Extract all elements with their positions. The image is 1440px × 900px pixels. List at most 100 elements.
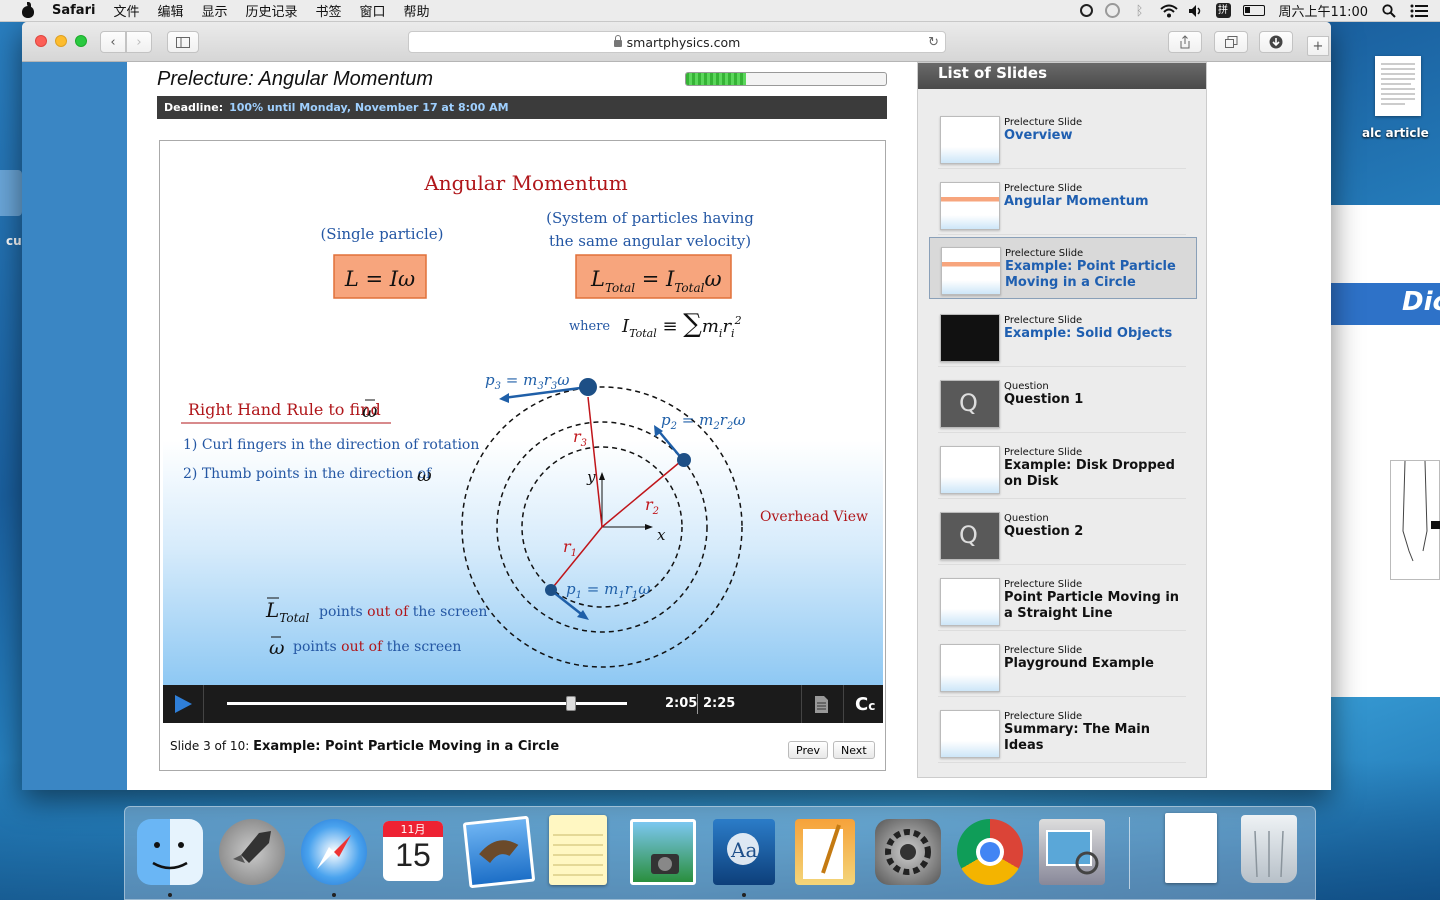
volume-icon[interactable]	[1188, 4, 1204, 18]
spotlight-helper-icon[interactable]	[1079, 4, 1093, 17]
document-file-label[interactable]: alc article	[1362, 126, 1429, 140]
where-label: where	[569, 319, 610, 334]
forward-button[interactable]: ›	[126, 31, 152, 53]
running-indicator	[742, 893, 746, 897]
question-thumbnail	[940, 380, 1000, 428]
new-tab-button[interactable]: +	[1307, 36, 1329, 56]
share-button[interactable]	[1168, 31, 1202, 53]
next-button[interactable]: Next	[833, 741, 875, 759]
launchpad-icon[interactable]	[219, 819, 285, 885]
slide-canvas[interactable]: Angular Momentum (Single particle) (Syst…	[163, 142, 883, 685]
menu-edit[interactable]: 编辑	[148, 1, 192, 20]
dictionary-icon[interactable]: Aa	[713, 819, 775, 885]
chrome-icon[interactable]	[957, 819, 1023, 885]
omega-symbol-bottom: ω	[269, 637, 285, 659]
document-icon	[815, 696, 828, 713]
slide-list-item[interactable]: Prelecture Slide Summary: The Main Ideas	[938, 701, 1186, 763]
menu-help[interactable]: 帮助	[395, 1, 439, 20]
chevron-left-icon: ‹	[110, 34, 116, 50]
play-button[interactable]	[173, 694, 193, 718]
desktop-partial-icon[interactable]	[0, 170, 22, 216]
system-preferences-icon[interactable]	[875, 819, 941, 885]
slide-item-type: Prelecture Slide	[1004, 447, 1083, 458]
radius-r3	[587, 396, 603, 528]
slide-list-item[interactable]: Prelecture Slide Example: Solid Objects	[938, 305, 1186, 367]
slide-item-title: Overview	[1004, 128, 1073, 143]
deadline-bar: Deadline: 100% until Monday, November 17…	[157, 96, 887, 119]
slide-list-panel: List of Slides Prelecture Slide Overview P…	[917, 62, 1207, 778]
momentum-p3-head	[499, 393, 509, 403]
iphoto-icon[interactable]	[630, 819, 696, 885]
downloads-button[interactable]	[1259, 31, 1293, 53]
menu-app-name[interactable]: Safari	[50, 3, 104, 18]
slide-list-item[interactable]: Prelecture Slide Angular Momentum	[938, 173, 1186, 235]
slide-list-item[interactable]: Prelecture Slide Playground Example	[938, 635, 1186, 697]
time-separator	[697, 694, 698, 714]
slide-footer: Slide 3 of 10: Example: Point Particle M…	[170, 739, 559, 754]
document-file-icon[interactable]	[1375, 56, 1421, 116]
plus-icon: +	[1312, 38, 1324, 54]
safari-icon[interactable]	[301, 819, 367, 885]
menu-view[interactable]: 显示	[192, 1, 236, 20]
slide-list-item[interactable]: Prelecture Slide Point Particle Moving in…	[938, 569, 1186, 631]
notes-icon[interactable]	[549, 815, 607, 885]
slide-content: Angular Momentum (Single particle) (Syst…	[181, 171, 868, 668]
trash-icon[interactable]	[1241, 815, 1297, 883]
close-window-button[interactable]	[35, 35, 47, 47]
menu-clock[interactable]: 周六上午11:00	[1271, 1, 1376, 20]
menu-window[interactable]: 窗口	[351, 1, 395, 20]
slide-item-title: Angular Momentum	[1004, 194, 1149, 209]
document-stack-icon[interactable]	[1165, 813, 1217, 883]
menu-bookmarks[interactable]: 书签	[307, 1, 351, 20]
lecture-progress-fill	[686, 73, 746, 85]
control-divider	[843, 685, 844, 723]
slide-list-item[interactable]: Prelecture Slide Overview	[938, 107, 1186, 169]
spotlight-search-icon[interactable]	[1382, 3, 1398, 18]
prev-button[interactable]: Prev	[788, 741, 828, 759]
back-button[interactable]: ‹	[100, 31, 126, 53]
transcript-button[interactable]	[814, 695, 829, 718]
particle-3	[579, 378, 597, 396]
finder-icon[interactable]	[137, 819, 203, 885]
wifi-icon[interactable]	[1159, 4, 1178, 18]
slide-list-item[interactable]: QuestionQuestion 1	[938, 371, 1186, 433]
slide-heading: Angular Momentum	[423, 171, 627, 195]
preview-icon[interactable]	[1039, 819, 1105, 885]
slide-thumbnail	[940, 644, 1000, 692]
video-controls: 2:05 2:25 Cc	[163, 685, 883, 723]
bluetooth-icon[interactable]: ᛒ	[1132, 4, 1148, 19]
time-machine-icon[interactable]	[1104, 3, 1120, 18]
tab-overview-button[interactable]	[1214, 31, 1248, 53]
reload-icon[interactable]: ↻	[928, 35, 939, 50]
menu-file[interactable]: 文件	[104, 1, 148, 20]
slide-list-item[interactable]: Prelecture Slide Example: Point Particle …	[929, 237, 1197, 299]
omega-vector-symbol: ω	[362, 400, 378, 422]
slide-thumbnail	[940, 314, 1000, 362]
minimize-window-button[interactable]	[55, 35, 67, 47]
zoom-window-button[interactable]	[75, 35, 87, 47]
slide-list-item[interactable]: Prelecture Slide Example: Disk Dropped on…	[938, 437, 1186, 499]
y-axis-label: y	[586, 468, 596, 486]
input-method-icon[interactable]: 拼	[1215, 3, 1231, 18]
omega-symbol-step2: ω	[417, 465, 432, 486]
sidebar-toggle-button[interactable]	[167, 31, 199, 53]
battery-icon[interactable]	[1242, 5, 1265, 16]
background-window-banner: Dic	[1330, 283, 1440, 325]
lecture-progress-bar	[685, 72, 887, 86]
pages-icon[interactable]	[795, 819, 855, 885]
menu-history[interactable]: 历史记录	[236, 1, 306, 20]
seek-handle[interactable]	[566, 696, 576, 711]
deadline-value: 100% until Monday, November 17 at 8:00 A…	[229, 101, 509, 114]
slide-item-type: Prelecture Slide	[1004, 645, 1083, 656]
apple-icon[interactable]	[18, 1, 38, 21]
elapsed-time: 2:05	[665, 696, 698, 711]
calendar-icon[interactable]: 11月 15	[383, 821, 443, 881]
current-slide-title: Example: Point Particle Moving in a Circ…	[253, 739, 560, 754]
notification-center-icon[interactable]	[1410, 4, 1428, 18]
closed-captions-button[interactable]: Cc	[855, 694, 875, 715]
dock-separator	[1129, 817, 1130, 889]
slide-list-item[interactable]: QuestionQuestion 2	[938, 503, 1186, 565]
address-bar[interactable]: smartphysics.com ↻	[408, 31, 946, 53]
background-window[interactable]	[1330, 205, 1440, 697]
mail-stamp-icon[interactable]	[462, 815, 536, 889]
